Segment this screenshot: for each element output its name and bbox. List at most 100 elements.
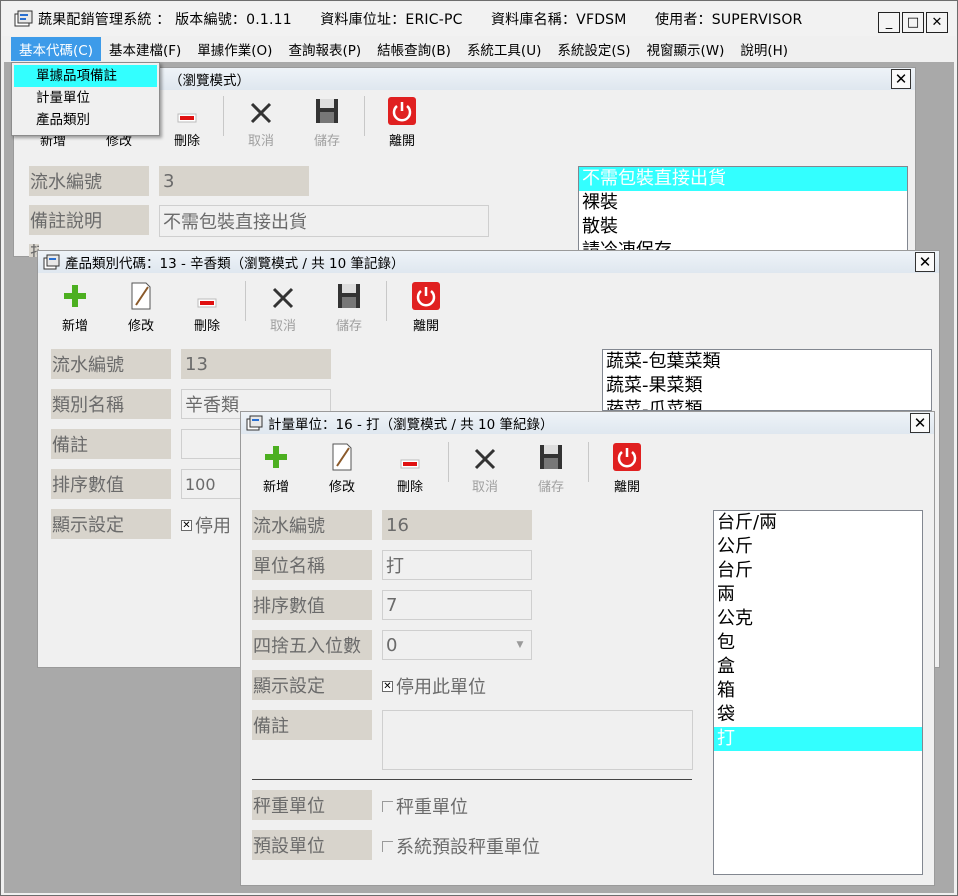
window-unit-titlebar: 計量單位：16 - 打（瀏覽模式 / 共 10 筆紀錄） ✕ [241, 412, 934, 434]
checkbox-checked-icon: ✕ [382, 680, 393, 692]
category-disable-checkbox[interactable]: ✕ 停用 [181, 513, 231, 537]
menu-window[interactable]: 視窗顯示(W) [638, 37, 732, 61]
list-item[interactable]: 蔬菜-果菜類 [603, 374, 931, 398]
list-item[interactable]: 裸裝 [579, 191, 907, 215]
window-item-note-close-button[interactable]: ✕ [891, 69, 911, 89]
unit-round-value: 0 [386, 634, 398, 656]
menu-settings[interactable]: 系統設定(S) [549, 37, 638, 61]
category-note-field[interactable] [181, 429, 241, 459]
unit-default-checkbox[interactable]: 系統預設秤重單位 [382, 834, 540, 858]
dropdown-item-measure-unit[interactable]: 計量單位 [12, 87, 159, 109]
list-item[interactable]: 包 [714, 631, 922, 655]
category-edit-label: 修改 [127, 319, 154, 334]
window-controls: _ □ ✕ [878, 12, 948, 33]
toolbar-separator [386, 281, 387, 321]
edit-pencil-icon [131, 282, 151, 310]
unit-serial-label: 流水編號 [252, 510, 372, 540]
unit-display-label: 顯示設定 [252, 670, 372, 700]
unit-weigh-label: 秤重單位 [252, 790, 372, 820]
note-delete-label: 刪除 [173, 134, 200, 149]
list-item[interactable]: 蔬菜-包葉菜類 [603, 350, 931, 374]
cancel-x-icon [250, 102, 272, 124]
save-floppy-icon [316, 99, 338, 123]
power-icon [388, 97, 416, 125]
list-item[interactable]: 公克 [714, 607, 922, 631]
toolbar-separator [364, 96, 365, 136]
unit-note-field[interactable] [382, 710, 693, 770]
category-sort-label: 排序數值 [51, 469, 171, 499]
delete-icon [400, 459, 420, 469]
list-item[interactable]: 袋 [714, 703, 922, 727]
unit-list[interactable]: 台斤/兩 公斤 台斤 兩 公克 包 盒 箱 袋 打 [713, 510, 923, 875]
list-item[interactable]: 台斤 [714, 559, 922, 583]
add-plus-icon [64, 285, 86, 307]
menu-basic-codes[interactable]: 基本代碼(C) [11, 36, 101, 61]
delete-icon [177, 113, 197, 123]
list-item[interactable]: 不需包裝直接出貨 [579, 167, 907, 191]
category-serial-label: 流水編號 [51, 349, 171, 379]
unit-round-select[interactable]: 0 ▼ [382, 630, 532, 660]
app-icon [14, 10, 33, 27]
window-icon [246, 415, 263, 431]
menu-tools[interactable]: 系統工具(U) [459, 37, 549, 61]
menu-closing[interactable]: 結帳查詢(B) [369, 37, 459, 61]
note-serial-field[interactable]: 3 [159, 166, 309, 196]
menu-reports[interactable]: 查詢報表(P) [280, 37, 369, 61]
toolbar-separator [448, 442, 449, 482]
window-category-close-button[interactable]: ✕ [915, 252, 935, 272]
window-unit-close-button[interactable]: ✕ [910, 413, 930, 433]
list-item[interactable]: 蔬菜-瓜菜類 [603, 398, 931, 410]
unit-edit-label: 修改 [328, 480, 355, 495]
save-floppy-icon [540, 445, 562, 469]
minimize-button[interactable]: _ [878, 12, 900, 33]
unit-round-label: 四捨五入位數 [252, 630, 372, 660]
window-unit-title: 計量單位：16 - 打（瀏覽模式 / 共 10 筆紀錄） [268, 417, 554, 433]
unit-exit-label: 離開 [613, 480, 640, 495]
list-item[interactable]: 公斤 [714, 535, 922, 559]
window-category-title: 產品類別代碼：13 - 辛香類（瀏覽模式 / 共 10 筆記錄） [65, 256, 405, 272]
unit-weigh-checkbox[interactable]: 秤重單位 [382, 794, 468, 818]
add-plus-icon [265, 446, 287, 468]
menu-documents[interactable]: 單據作業(O) [189, 37, 280, 61]
toolbar-separator [223, 96, 224, 136]
unit-name-label: 單位名稱 [252, 550, 372, 580]
app-titlebar: 蔬果配銷管理系統 ： 版本編號：0.1.11 資料庫位址：ERIC-PC 資料庫… [2, 2, 956, 36]
unit-sort-field[interactable]: 7 [382, 590, 532, 620]
menu-help[interactable]: 說明(H) [732, 37, 796, 61]
category-list[interactable]: 蔬菜-包葉菜類 蔬菜-果菜類 蔬菜-瓜菜類 [602, 349, 932, 411]
checkbox-unchecked-icon [382, 840, 393, 852]
toolbar-separator [245, 281, 246, 321]
save-floppy-icon [338, 284, 360, 308]
dropdown-basic-codes: 單據品項備註 計量單位 產品類別 [11, 62, 160, 136]
toolbar-separator [588, 442, 589, 482]
delete-icon [197, 298, 217, 308]
category-serial-field[interactable]: 13 [181, 349, 331, 379]
close-button[interactable]: ✕ [926, 12, 948, 33]
note-serial-label: 流水編號 [29, 166, 149, 196]
list-item[interactable]: 散裝 [579, 215, 907, 239]
list-item-selected[interactable]: 打 [714, 727, 922, 751]
category-cancel-label: 取消 [269, 319, 296, 334]
unit-disable-checkbox[interactable]: ✕ 停用此單位 [382, 674, 486, 698]
category-disable-label: 停用 [195, 516, 231, 537]
unit-save-label: 儲存 [537, 480, 564, 495]
unit-serial-field[interactable]: 16 [382, 510, 532, 540]
dropdown-item-item-note[interactable]: 單據品項備註 [14, 65, 157, 87]
list-item[interactable]: 兩 [714, 583, 922, 607]
menu-basic-files[interactable]: 基本建檔(F) [101, 37, 189, 61]
list-item[interactable]: 台斤/兩 [714, 511, 922, 535]
window-icon [43, 254, 60, 270]
list-item[interactable]: 箱 [714, 679, 922, 703]
dropdown-item-product-category[interactable]: 產品類別 [12, 109, 159, 131]
list-item[interactable]: 盒 [714, 655, 922, 679]
category-note-label: 備註 [51, 429, 171, 459]
unit-name-field[interactable]: 打 [382, 550, 532, 580]
note-list[interactable]: 不需包裝直接出貨 裸裝 散裝 請冷凍保存 [578, 166, 908, 258]
maximize-button[interactable]: □ [902, 12, 924, 33]
unit-weigh-chk-label: 秤重單位 [396, 797, 468, 818]
checkbox-checked-icon: ✕ [181, 519, 192, 531]
power-icon [412, 282, 440, 310]
chevron-down-icon[interactable]: ▼ [513, 638, 527, 652]
note-desc-field[interactable]: 不需包裝直接出貨 [159, 205, 489, 237]
category-sort-field[interactable]: 100 [181, 469, 241, 499]
